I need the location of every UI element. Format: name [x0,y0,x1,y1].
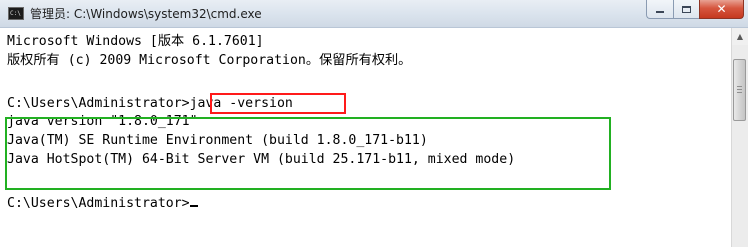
command-highlight-box [210,93,346,114]
minimize-icon [656,11,664,13]
grip-line [737,92,742,93]
close-button[interactable]: ✕ [699,0,744,19]
vertical-scrollbar[interactable]: ▲ [731,28,748,247]
close-icon: ✕ [716,2,727,16]
console-line: 版权所有 (c) 2009 Microsoft Corporation。保留所有… [7,53,412,68]
cmd-window: C:\ 管理员: C:\Windows\system32\cmd.exe ✕ M… [0,0,748,247]
title-bar[interactable]: C:\ 管理员: C:\Windows\system32\cmd.exe ✕ [0,0,748,28]
grip-line [737,86,742,87]
minimize-button[interactable] [646,0,673,19]
prompt-line: C:\Users\Administrator> [7,195,198,213]
prompt-text: C:\Users\Administrator> [7,196,190,211]
window-controls: ✕ [646,0,744,20]
scroll-up-icon[interactable]: ▲ [732,28,748,45]
maximize-icon [682,5,691,13]
grip-line [737,89,742,90]
maximize-button[interactable] [673,0,699,19]
scrollbar-thumb[interactable] [733,59,746,121]
cmd-icon[interactable]: C:\ [8,7,24,20]
text-cursor [189,205,198,207]
output-highlight-box [5,117,611,190]
console-line: Microsoft Windows [版本 6.1.7601] [7,34,264,49]
window-title: 管理员: C:\Windows\system32\cmd.exe [30,7,262,21]
